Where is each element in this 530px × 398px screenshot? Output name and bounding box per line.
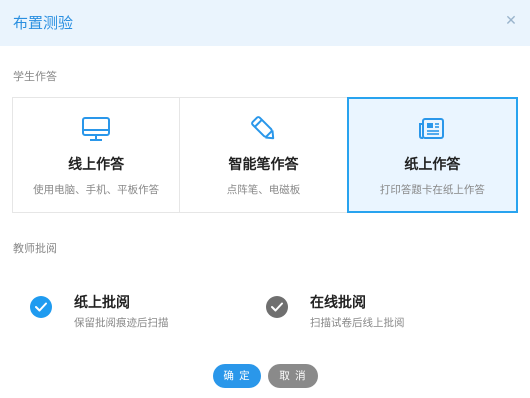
mode-card-online[interactable]: 线上作答 使用电脑、手机、平板作答 <box>13 98 181 212</box>
mode-title: 线上作答 <box>68 157 125 173</box>
pen-icon <box>249 116 279 142</box>
grading-subtitle: 保留批阅痕迹后扫描 <box>74 317 169 329</box>
check-circle-icon[interactable] <box>266 296 288 318</box>
grading-option-paper[interactable]: 纸上批阅 保留批阅痕迹后扫描 <box>30 294 169 330</box>
dialog-header: 布置测验 ✕ <box>0 0 530 46</box>
mode-card-smart-pen[interactable]: 智能笔作答 点阵笔、电磁板 <box>180 98 348 212</box>
close-icon[interactable]: ✕ <box>500 10 522 32</box>
dialog-title: 布置测验 <box>13 14 74 32</box>
mode-subtitle: 使用电脑、手机、平板作答 <box>33 184 160 196</box>
mode-title: 纸上作答 <box>404 157 461 173</box>
monitor-icon <box>81 116 111 142</box>
mode-card-paper[interactable]: 纸上作答 打印答题卡在纸上作答 <box>346 97 519 213</box>
grading-option-online[interactable]: 在线批阅 扫描试卷后线上批阅 <box>266 294 405 330</box>
student-section-label: 学生作答 <box>13 70 57 83</box>
mode-subtitle: 点阵笔、电磁板 <box>226 184 301 196</box>
confirm-button[interactable]: 确 定 <box>213 364 261 388</box>
teacher-section-label: 教师批阅 <box>13 242 57 255</box>
check-circle-icon[interactable] <box>30 296 52 318</box>
grading-title: 纸上批阅 <box>74 295 130 311</box>
mode-title: 智能笔作答 <box>228 157 299 173</box>
grading-subtitle: 扫描试卷后线上批阅 <box>310 317 405 329</box>
cancel-button[interactable]: 取 消 <box>268 364 318 388</box>
mode-subtitle: 打印答题卡在纸上作答 <box>379 184 485 196</box>
answer-mode-group: 线上作答 使用电脑、手机、平板作答 智能笔作答 点阵笔、电磁板 纸上作答 打印答… <box>12 97 519 213</box>
grading-title: 在线批阅 <box>310 295 366 311</box>
paper-sheet-icon <box>417 116 447 142</box>
